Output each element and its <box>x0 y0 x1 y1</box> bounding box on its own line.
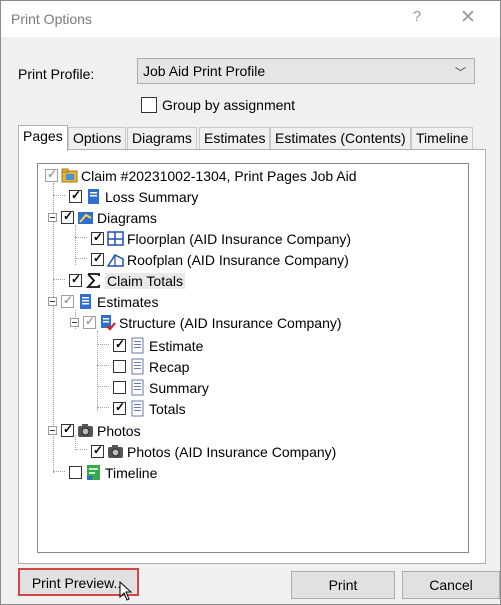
tree-label-claim-totals: Claim Totals <box>105 272 185 289</box>
tree-checkbox[interactable] <box>113 400 126 415</box>
tree-node-estimates[interactable]: Estimates <box>48 291 158 312</box>
tree-checkbox[interactable] <box>91 443 104 458</box>
tree-checkbox[interactable] <box>45 167 58 182</box>
tree-node-roofplan[interactable]: Roofplan (AID Insurance Company) <box>91 249 349 270</box>
tree-node-photos-company[interactable]: Photos (AID Insurance Company) <box>91 441 336 462</box>
tree-label-loss-summary: Loss Summary <box>105 188 199 205</box>
camera-icon <box>108 445 123 458</box>
collapse-icon[interactable] <box>70 318 79 327</box>
tree-node-recap[interactable]: Recap <box>113 356 189 377</box>
tree-node-totals[interactable]: Totals <box>113 398 186 419</box>
tree-node-estimate[interactable]: Estimate <box>113 335 203 356</box>
cancel-button[interactable]: Cancel <box>402 571 500 599</box>
collapse-icon[interactable] <box>48 426 57 435</box>
tree-checkbox[interactable] <box>61 293 74 308</box>
tree-checkbox[interactable] <box>113 381 126 394</box>
sigma-icon <box>85 273 100 288</box>
tab-estimates-contents[interactable]: Estimates (Contents) <box>270 127 411 149</box>
collapse-icon[interactable] <box>48 213 57 222</box>
tree-checkbox[interactable] <box>83 314 96 329</box>
tree-label-recap: Recap <box>149 358 190 375</box>
close-button[interactable]: ✕ <box>457 7 479 29</box>
tree-checkbox[interactable] <box>91 230 104 245</box>
tree-label-floorplan: Floorplan (AID Insurance Company) <box>127 230 352 247</box>
tree-checkbox[interactable] <box>113 337 126 352</box>
document-blue-icon <box>88 189 99 204</box>
tree-label-roofplan: Roofplan (AID Insurance Company) <box>127 251 349 268</box>
pages-tree[interactable]: Claim #20231002-1304, Print Pages Job Ai… <box>37 163 469 553</box>
tree-label-estimates: Estimates <box>97 293 159 310</box>
tree-node-claim[interactable]: Claim #20231002-1304, Print Pages Job Ai… <box>45 165 357 186</box>
window-title: Print Options <box>11 11 92 27</box>
tree-label-summary: Summary <box>149 379 209 396</box>
estimate-check-icon <box>101 315 116 331</box>
tree-node-diagrams[interactable]: Diagrams <box>48 207 157 228</box>
floorplan-icon <box>107 231 124 246</box>
title-bar: Print Options ? ✕ <box>1 1 500 37</box>
tree-label-photos: Photos <box>97 422 141 439</box>
tab-estimates[interactable]: Estimates <box>199 127 271 149</box>
tab-options[interactable]: Options <box>68 127 127 149</box>
print-profile-select[interactable]: Job Aid Print Profile ﹀ <box>137 58 475 84</box>
print-profile-label: Print Profile: <box>18 66 95 82</box>
tree-node-floorplan[interactable]: Floorplan (AID Insurance Company) <box>91 228 351 249</box>
timeline-icon <box>87 465 100 480</box>
tree-node-timeline[interactable]: Timeline <box>69 462 157 483</box>
chevron-down-icon: ﹀ <box>455 67 466 79</box>
collapse-icon[interactable] <box>48 297 57 306</box>
tab-pages[interactable]: Pages <box>18 125 68 151</box>
tree-checkbox[interactable] <box>69 272 82 287</box>
tree-node-structure[interactable]: Structure (AID Insurance Company) <box>70 312 342 333</box>
group-by-assignment-checkbox[interactable] <box>141 97 157 113</box>
folder-claim-icon <box>61 168 78 183</box>
page-icon <box>131 400 144 417</box>
tree-node-claim-totals[interactable]: Claim Totals <box>69 270 185 291</box>
document-blue-icon <box>80 294 91 309</box>
tab-diagrams[interactable]: Diagrams <box>127 127 197 149</box>
tree-checkbox[interactable] <box>61 209 74 224</box>
group-by-assignment-label: Group by assignment <box>162 97 296 113</box>
tree-checkbox[interactable] <box>91 251 104 266</box>
roofplan-icon <box>107 254 124 267</box>
diagram-icon <box>78 212 93 224</box>
tree-label-claim: Claim #20231002-1304, Print Pages Job Ai… <box>81 167 357 184</box>
mouse-pointer-icon <box>119 581 133 601</box>
tree-label-diagrams: Diagrams <box>97 209 157 226</box>
tree-label-timeline: Timeline <box>105 464 158 481</box>
tab-strip: Pages Options Diagrams Estimates Estimat… <box>18 125 478 151</box>
print-button[interactable]: Print <box>291 571 395 599</box>
page-icon <box>131 379 144 396</box>
print-profile-value: Job Aid Print Profile <box>143 63 266 79</box>
tree-checkbox[interactable] <box>113 360 126 373</box>
tree-node-loss-summary[interactable]: Loss Summary <box>69 186 198 207</box>
page-icon <box>131 358 144 375</box>
camera-icon <box>78 424 93 437</box>
tree-label-structure: Structure (AID Insurance Company) <box>119 314 342 331</box>
page-icon <box>131 337 144 354</box>
tree-label-totals: Totals <box>149 400 186 417</box>
tree-checkbox[interactable] <box>69 188 82 203</box>
tree-node-photos[interactable]: Photos <box>48 420 141 441</box>
tree-node-summary[interactable]: Summary <box>113 377 209 398</box>
tree-label-photos-company: Photos (AID Insurance Company) <box>127 443 337 460</box>
tree-checkbox[interactable] <box>61 422 74 437</box>
tab-timeline[interactable]: Timeline <box>411 127 474 149</box>
help-button[interactable]: ? <box>407 8 427 28</box>
tree-label-estimate: Estimate <box>149 337 204 354</box>
print-options-dialog: Print Options ? ✕ Print Profile: Job Aid… <box>0 0 501 605</box>
tree-checkbox[interactable] <box>69 466 82 479</box>
